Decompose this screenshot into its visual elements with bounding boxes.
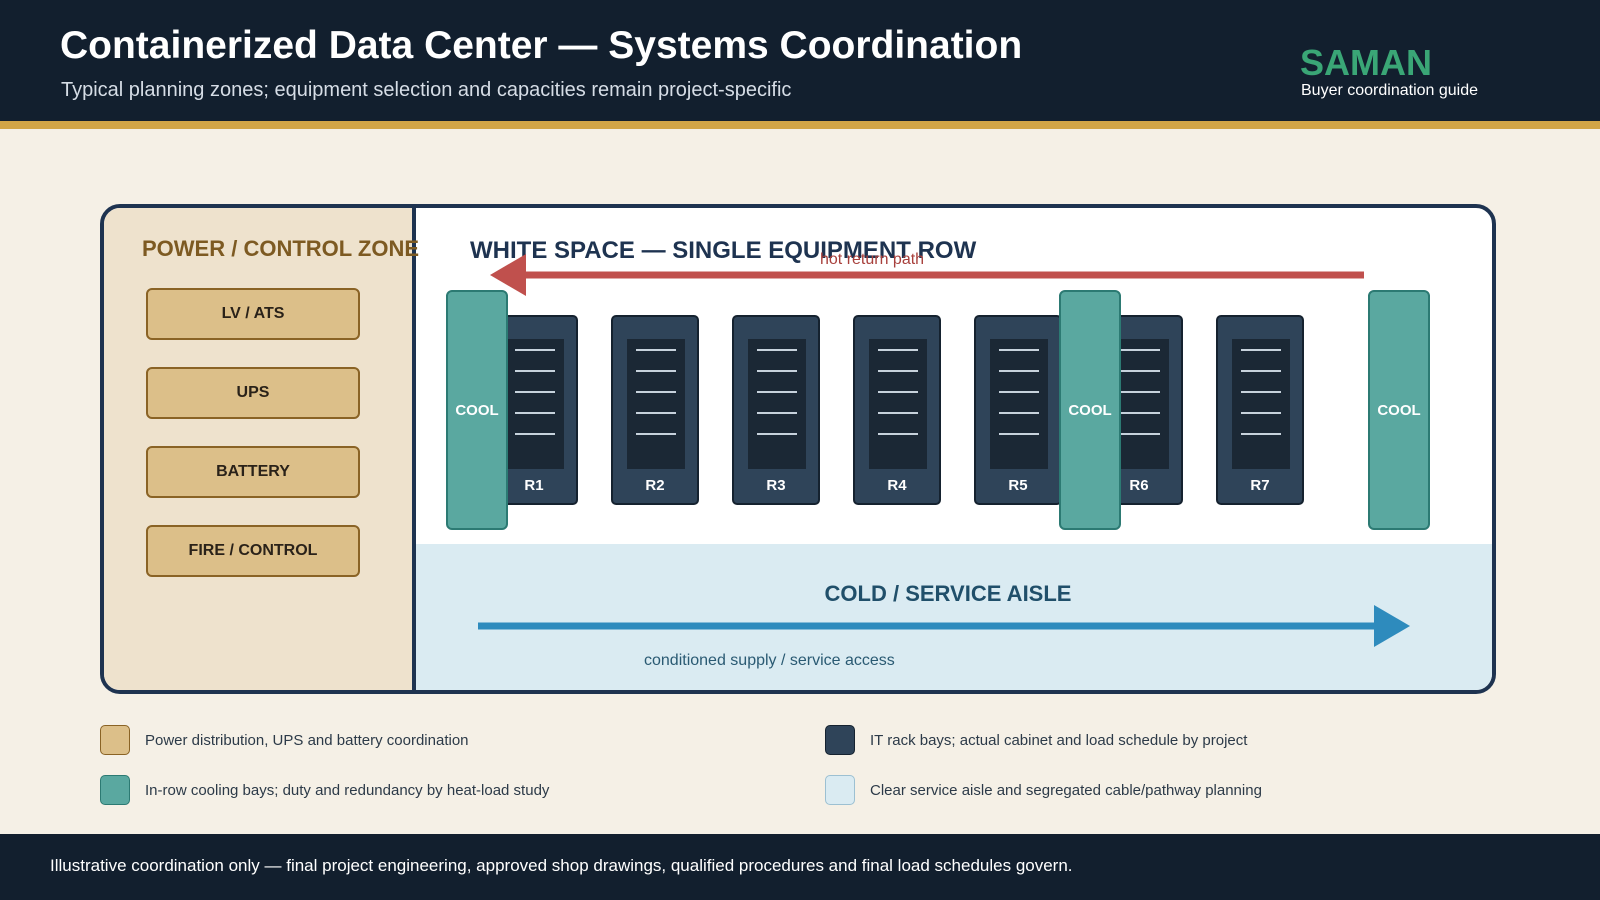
legend-text-power: Power distribution, UPS and battery coor… — [145, 732, 469, 749]
legend-text-cooling: In-row cooling bays; duty and redundancy… — [145, 782, 550, 799]
legend-swatch-aisle — [825, 775, 855, 805]
page-title: Containerized Data Center — Systems Coor… — [60, 24, 1023, 67]
container-layout-frame: POWER / CONTROL ZONE LV / ATS UPS BATTER… — [100, 204, 1496, 694]
in-row-cooling-unit: COOL — [1059, 290, 1121, 530]
it-rack: R2 — [611, 315, 699, 505]
rack-label: R4 — [887, 477, 907, 494]
rack-server-panel — [1232, 339, 1290, 469]
rack-server-panel — [748, 339, 806, 469]
in-row-cooling-unit: COOL — [1368, 290, 1430, 530]
rack-label: R3 — [766, 477, 786, 494]
legend-text-aisle: Clear service aisle and segregated cable… — [870, 782, 1262, 799]
header-accent-rule — [0, 121, 1600, 129]
rack-server-panel — [506, 339, 564, 469]
legend-swatch-power — [100, 725, 130, 755]
brand-logo: SAMAN — [1300, 42, 1432, 83]
footer-disclaimer: Illustrative coordination only — final p… — [50, 856, 1073, 875]
rack-server-panel — [627, 339, 685, 469]
footer-bar: Illustrative coordination only — final p… — [0, 834, 1600, 900]
it-rack: R5 — [974, 315, 1062, 505]
cold-supply-arrow-head — [1374, 605, 1410, 647]
rack-label: R2 — [645, 477, 665, 494]
rack-label: R7 — [1250, 477, 1270, 494]
in-row-cooling-unit: COOL — [446, 290, 508, 530]
it-rack: R4 — [853, 315, 941, 505]
header-bar: Containerized Data Center — Systems Coor… — [0, 0, 1600, 121]
it-rack: R3 — [732, 315, 820, 505]
legend-swatch-cooling — [100, 775, 130, 805]
page-subtitle: Typical planning zones; equipment select… — [61, 79, 792, 101]
rack-server-panel — [990, 339, 1048, 469]
rack-label: R5 — [1008, 477, 1028, 494]
rack-server-panel — [869, 339, 927, 469]
legend-text-racks: IT rack bays; actual cabinet and load sc… — [870, 732, 1248, 749]
brand-tagline: Buyer coordination guide — [1301, 82, 1479, 99]
legend-swatch-racks — [825, 725, 855, 755]
it-rack: R7 — [1216, 315, 1304, 505]
hot-return-path-label: hot return path — [820, 251, 925, 268]
